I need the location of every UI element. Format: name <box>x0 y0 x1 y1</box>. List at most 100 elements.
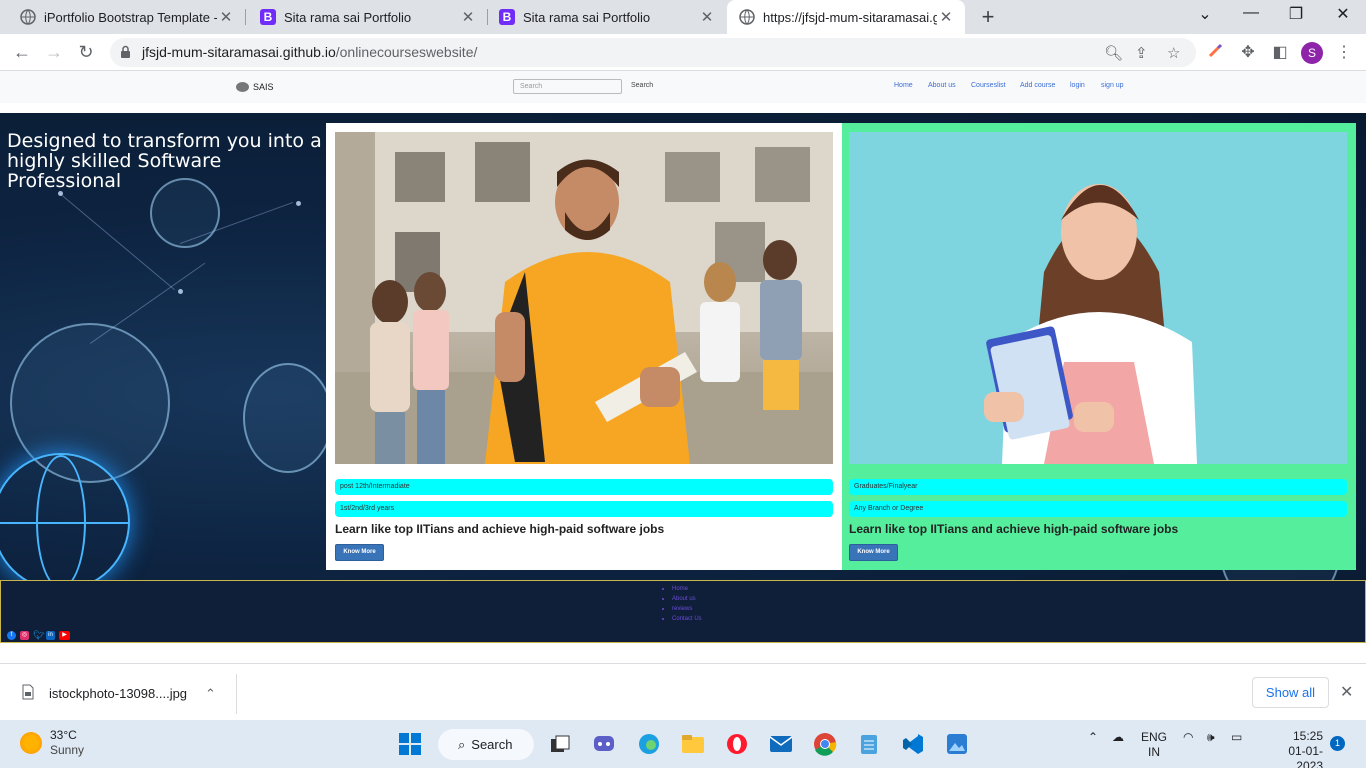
side-panel-icon[interactable]: ◧ <box>1270 42 1290 62</box>
window-close-icon[interactable]: ✕ <box>1331 4 1355 24</box>
volume-icon[interactable]: 🕪︎ <box>1207 730 1215 745</box>
tab-portfolio-2[interactable]: B Sita rama sai Portfolio ✕ <box>479 0 726 34</box>
facebook-icon[interactable]: f <box>7 631 16 640</box>
tab-portfolio-1[interactable]: B Sita rama sai Portfolio ✕ <box>240 0 487 34</box>
task-view-icon[interactable] <box>546 730 574 758</box>
vscode-icon[interactable] <box>899 730 927 758</box>
years-tag: 1st/2nd/3rd years <box>335 501 833 517</box>
close-icon[interactable]: ✕ <box>698 8 716 26</box>
footer-link-reviews[interactable]: reviews <box>662 604 702 614</box>
windows-start-icon[interactable] <box>396 730 424 758</box>
language-code: ENG <box>1141 730 1168 744</box>
site-footer: Home About us reviews Contact Us f ◎ 🐦︎ … <box>0 580 1366 643</box>
language-indicator[interactable]: ENG IN <box>1141 730 1167 760</box>
wifi-icon[interactable]: ◠ <box>1183 730 1193 744</box>
windows-taskbar: 33°C Sunny ⌕ Search ⌃ ☁ ENG IN ◠ 🕪︎ ▭ 15… <box>0 720 1366 768</box>
tab-search-chevron-icon[interactable]: ⌄ <box>1193 4 1217 24</box>
student-group-photo <box>335 132 833 464</box>
notification-badge[interactable]: 1 <box>1330 736 1345 751</box>
weather-widget[interactable]: 33°C Sunny <box>20 728 84 758</box>
course-card-1: post 12th/Intermadiate 1st/2nd/3rd years… <box>326 123 842 570</box>
color-picker-extension-icon[interactable] <box>1206 42 1226 62</box>
bootstrap-icon: B <box>499 9 515 25</box>
hero-section: Designed to transform you into a highly … <box>0 113 1366 613</box>
network-node <box>178 289 183 294</box>
footer-link-home[interactable]: Home <box>662 584 702 594</box>
browser-toolbar: ← → ↻ jfsjd-mum-sitaramasai.github.io/on… <box>0 34 1366 71</box>
edge-browser-icon[interactable] <box>635 730 663 758</box>
restore-icon[interactable]: ❐ <box>1284 4 1308 24</box>
hero-heading: Designed to transform you into a highly … <box>7 130 322 192</box>
web-page: SAIS Search Search Home About us Courses… <box>0 71 1366 663</box>
tab-iportfolio[interactable]: iPortfolio Bootstrap Template - In ✕ <box>0 0 245 34</box>
taskbar-search[interactable]: ⌕ Search <box>438 729 534 760</box>
opera-browser-icon[interactable] <box>723 730 751 758</box>
download-item[interactable]: istockphoto-13098....jpg ⌃ <box>22 684 216 703</box>
battery-icon[interactable]: ▭ <box>1231 730 1242 744</box>
weather-desc: Sunny <box>50 743 85 757</box>
youtube-icon[interactable]: ▶ <box>59 631 70 640</box>
chevron-up-icon[interactable]: ⌃ <box>205 686 216 702</box>
globe-decoration <box>0 453 130 591</box>
instagram-icon[interactable]: ◎ <box>20 631 29 640</box>
minimize-icon[interactable]: — <box>1239 4 1263 22</box>
bubble-decoration <box>243 363 333 473</box>
nav-sign-up[interactable]: sign up <box>1101 82 1124 89</box>
chrome-browser-icon[interactable] <box>811 730 839 758</box>
clock-date: 01-01-2023 <box>1288 744 1323 768</box>
site-brand[interactable]: SAIS <box>236 82 274 92</box>
lock-icon <box>120 45 131 64</box>
course-card-2: Graduates/Finalyear Any Branch or Degree… <box>842 123 1356 570</box>
globe-icon <box>20 9 36 25</box>
extensions-puzzle-icon[interactable]: ✥ <box>1238 42 1258 62</box>
nav-about-us[interactable]: About us <box>928 82 956 89</box>
bookmark-star-icon[interactable]: ☆ <box>1167 44 1180 62</box>
kebab-menu-icon[interactable]: ⋮ <box>1334 42 1354 62</box>
close-icon[interactable]: ✕ <box>937 8 955 26</box>
url-text: jfsjd-mum-sitaramasai.github.io/onlineco… <box>142 44 477 60</box>
site-search-button[interactable]: Search <box>631 82 653 89</box>
tab-active-site[interactable]: https://jfsjd-mum-sitaramasai.git ✕ <box>727 0 965 34</box>
bootstrap-icon: B <box>260 9 276 25</box>
onedrive-cloud-icon[interactable]: ☁ <box>1112 730 1124 744</box>
nav-courseslist[interactable]: Courseslist <box>971 82 1006 89</box>
url-path: /onlinecourseswebsite/ <box>335 44 478 60</box>
close-icon[interactable]: ✕ <box>1340 682 1353 702</box>
share-icon[interactable]: ⇪ <box>1135 44 1148 62</box>
download-divider <box>236 674 237 714</box>
file-explorer-icon[interactable] <box>679 730 707 758</box>
footer-link-contact-us[interactable]: Contact Us <box>662 614 702 624</box>
address-bar[interactable]: jfsjd-mum-sitaramasai.github.io/onlineco… <box>110 38 1196 67</box>
zoom-icon[interactable]: 🔍︎ <box>1104 44 1123 62</box>
photos-app-icon[interactable] <box>943 730 971 758</box>
close-icon[interactable]: ✕ <box>217 8 235 26</box>
profile-avatar[interactable]: S <box>1301 42 1323 64</box>
new-tab-plus-icon[interactable]: + <box>978 5 998 29</box>
card-title: Learn like top IITians and achieve high-… <box>335 522 665 536</box>
back-arrow-icon[interactable]: ← <box>10 40 34 64</box>
nav-home[interactable]: Home <box>894 82 913 89</box>
reload-icon[interactable]: ↻ <box>74 40 98 64</box>
teams-chat-icon[interactable] <box>590 730 618 758</box>
degree-tag: Any Branch or Degree <box>849 501 1347 517</box>
forward-arrow-icon[interactable]: → <box>42 40 66 64</box>
system-clock[interactable]: 15:25 01-01-2023 <box>1263 729 1323 768</box>
know-more-button[interactable]: Know More <box>335 544 384 561</box>
mail-icon[interactable] <box>767 730 795 758</box>
site-search-input[interactable]: Search <box>513 79 622 94</box>
download-bar: istockphoto-13098....jpg ⌃ Show all ✕ <box>0 663 1366 720</box>
nav-login[interactable]: login <box>1070 82 1085 89</box>
close-icon[interactable]: ✕ <box>459 8 477 26</box>
tray-overflow-chevron-icon[interactable]: ⌃ <box>1088 730 1098 744</box>
twitter-icon[interactable]: 🐦︎ <box>33 631 44 640</box>
site-navbar: SAIS Search Search Home About us Courses… <box>0 71 1366 103</box>
show-all-button[interactable]: Show all <box>1252 677 1329 708</box>
know-more-button[interactable]: Know More <box>849 544 898 561</box>
nav-add-course[interactable]: Add course <box>1020 82 1055 89</box>
globe-icon <box>739 9 755 25</box>
linkedin-icon[interactable]: in <box>46 631 55 640</box>
weather-temp: 33°C <box>50 728 77 742</box>
notepad-icon[interactable] <box>855 730 883 758</box>
footer-link-about-us[interactable]: About us <box>662 594 702 604</box>
card-title: Learn like top IITians and achieve high-… <box>849 522 1179 536</box>
